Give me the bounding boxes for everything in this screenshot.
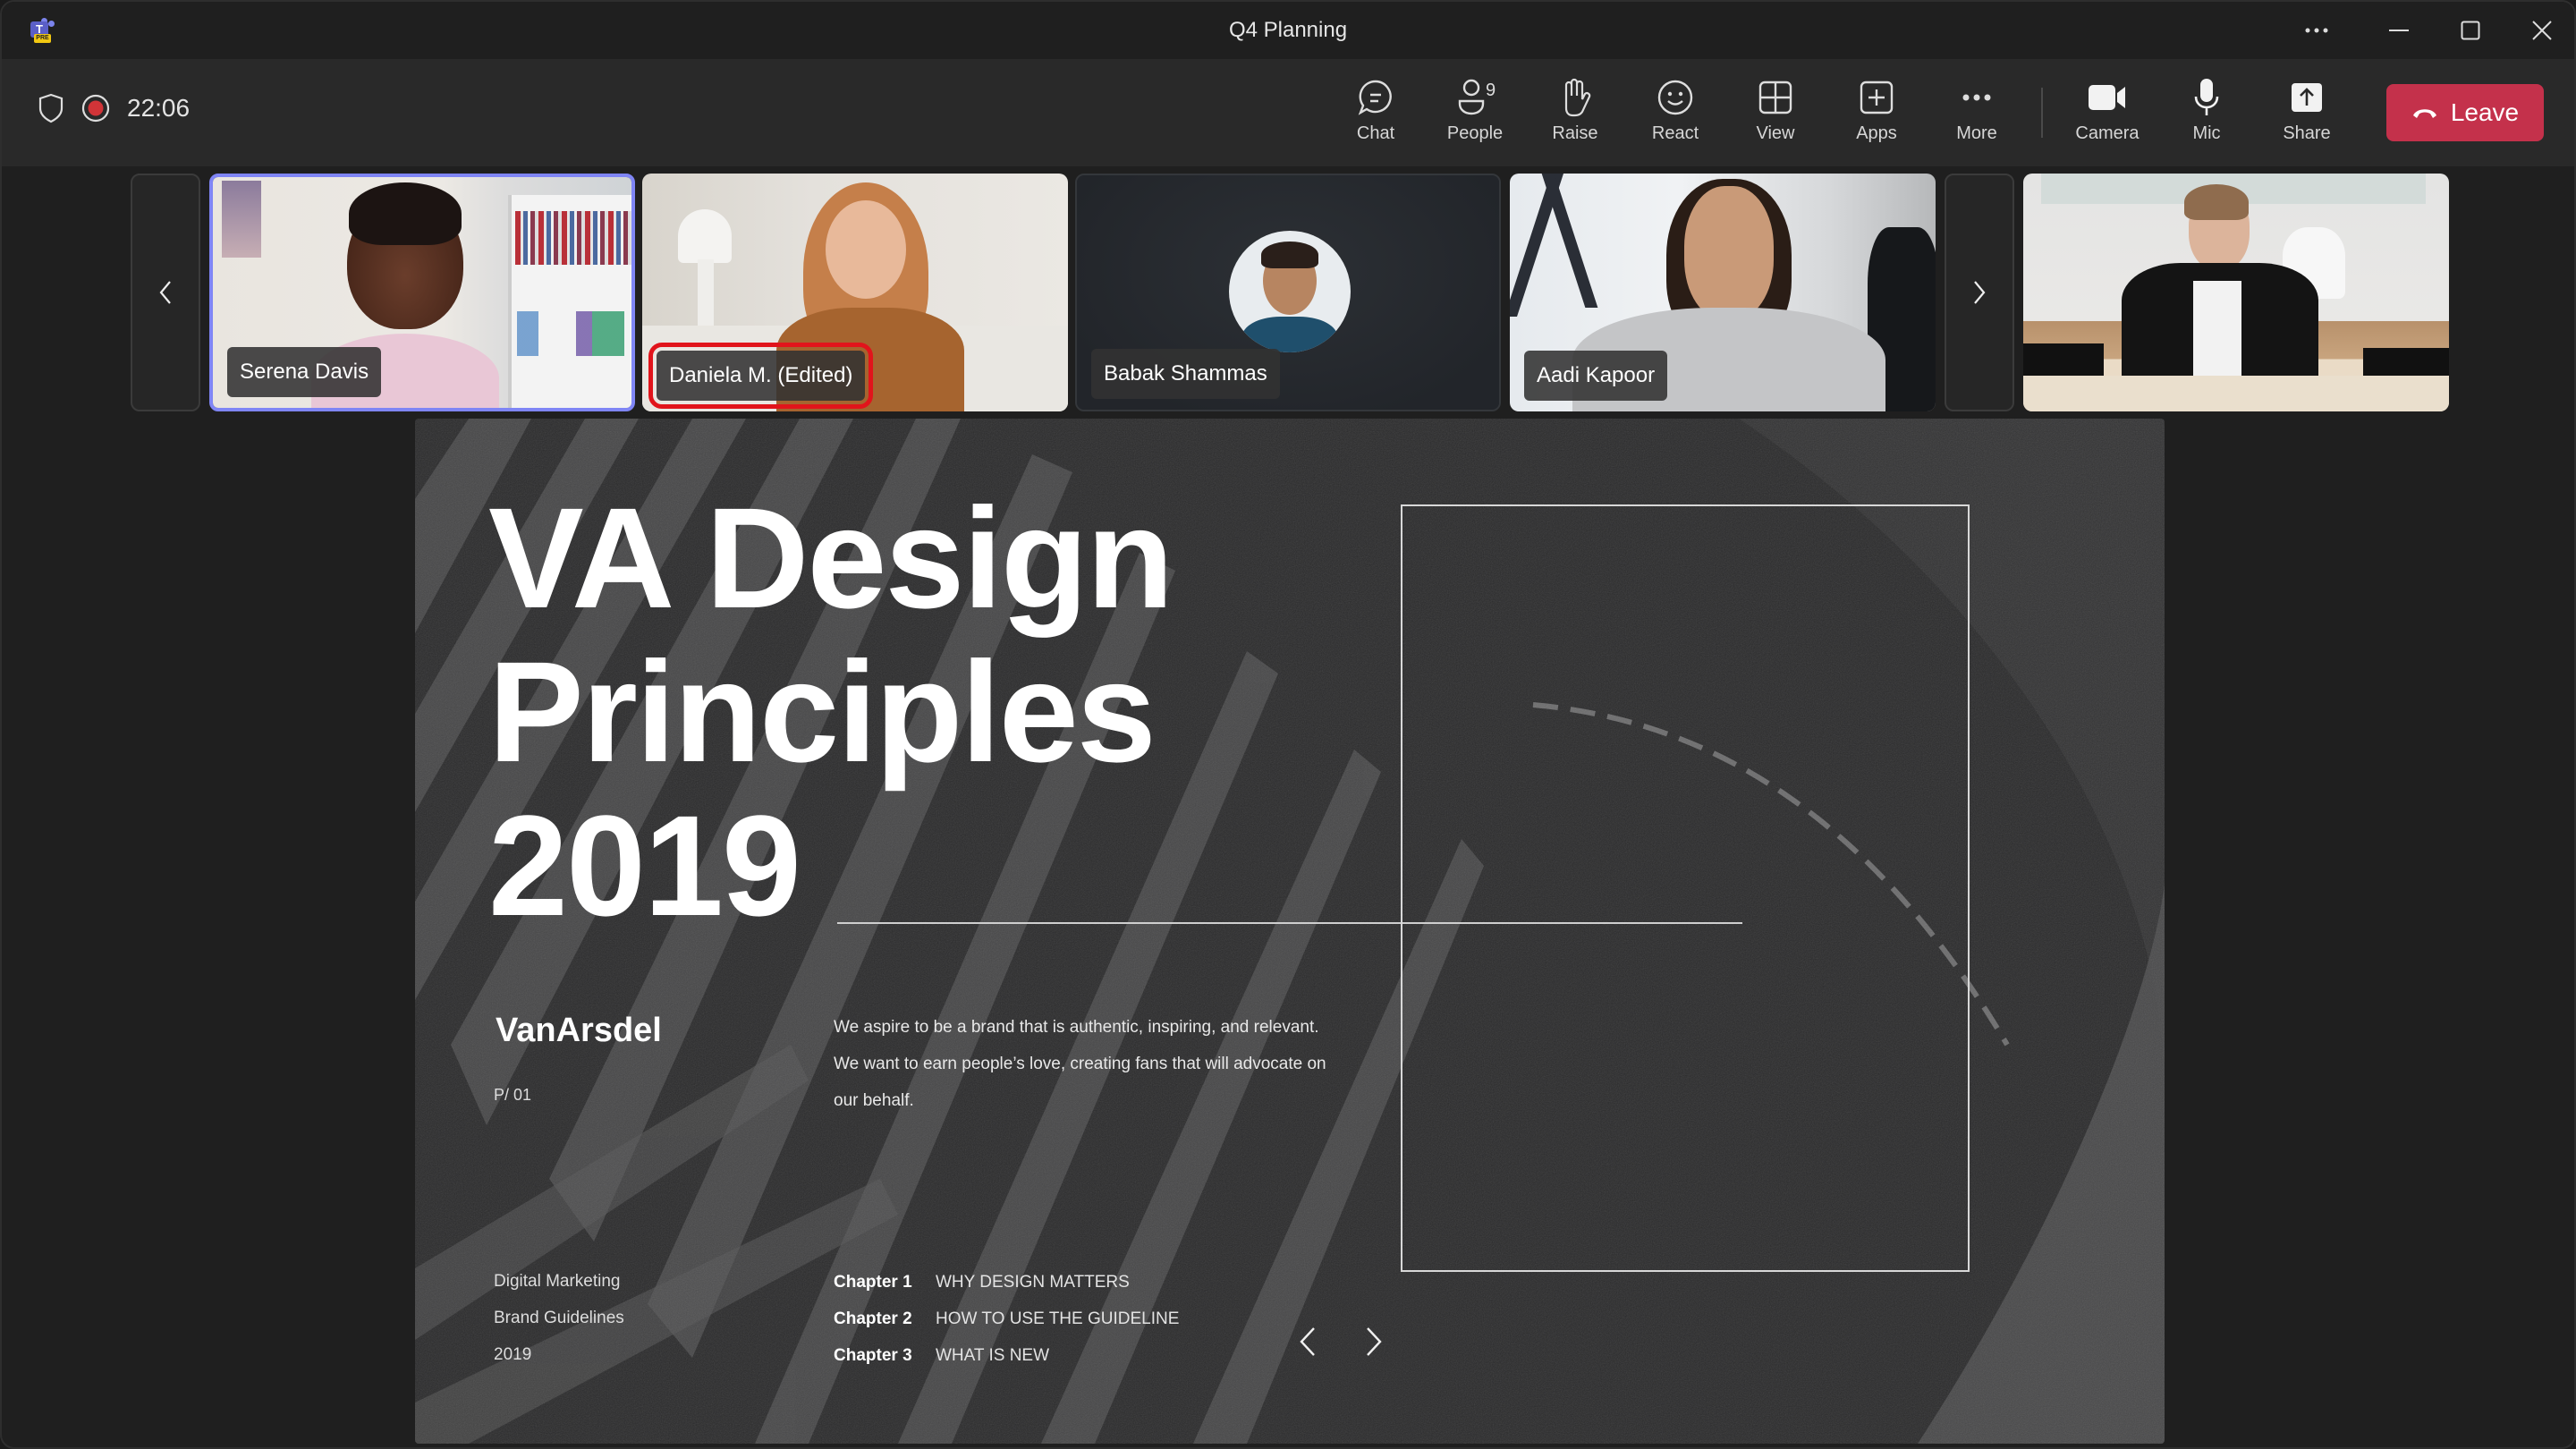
close-button[interactable] xyxy=(2522,13,2562,48)
apps-button[interactable]: Apps xyxy=(1836,77,1917,152)
recording-icon xyxy=(81,94,110,123)
chevron-right-icon xyxy=(1367,1327,1382,1356)
people-button[interactable]: 9 People xyxy=(1435,77,1515,152)
chat-icon xyxy=(1358,80,1392,115)
ellipsis-icon xyxy=(1962,94,1991,101)
hand-icon xyxy=(1564,78,1591,117)
slide-next-button[interactable] xyxy=(1356,1322,1392,1361)
chapter-item: Chapter 1 WHY DESIGN MATTERS xyxy=(834,1273,1130,1292)
people-count: 9 xyxy=(1486,80,1496,100)
participant-name: Daniela M. (Edited) xyxy=(648,343,874,409)
participant-tile[interactable]: Babak Shammas xyxy=(1075,174,1501,411)
gallery-prev-button[interactable] xyxy=(131,174,200,411)
participant-name: Serena Davis xyxy=(227,347,382,397)
maximize-icon xyxy=(2461,21,2480,40)
toolbar-divider xyxy=(2041,88,2043,138)
camera-icon xyxy=(2089,85,2125,110)
slide-title: VA Design Principles 2019 xyxy=(488,478,1174,945)
raise-hand-button[interactable]: Raise xyxy=(1535,77,1615,152)
share-button[interactable]: Share xyxy=(2267,77,2347,152)
participant-name: Aadi Kapoor xyxy=(1524,351,1668,401)
camera-button[interactable]: Camera xyxy=(2067,77,2148,152)
leave-button[interactable]: Leave xyxy=(2386,84,2544,141)
slide-prev-button[interactable] xyxy=(1290,1322,1326,1361)
participant-tile[interactable] xyxy=(2023,174,2449,411)
leave-label: Leave xyxy=(2450,98,2520,126)
more-button[interactable]: More xyxy=(1936,77,2017,152)
participant-video xyxy=(2023,174,2449,411)
brand-logo: VanArsdel xyxy=(496,1012,662,1049)
share-icon xyxy=(2292,83,2322,112)
chevron-left-icon xyxy=(1300,1327,1315,1356)
mic-button[interactable]: Mic xyxy=(2166,77,2247,152)
page-number: P/ 01 xyxy=(494,1086,532,1104)
smiley-icon xyxy=(1657,80,1693,115)
participant-name: Babak Shammas xyxy=(1091,349,1280,399)
participant-tile[interactable]: Serena Davis xyxy=(209,174,635,411)
slide-meta: Digital Marketing Brand Guidelines 2019 xyxy=(494,1272,624,1364)
view-button[interactable]: View xyxy=(1735,77,1816,152)
participant-tile[interactable]: Daniela M. (Edited) xyxy=(642,174,1068,411)
title-bar: T PRE Q4 Planning xyxy=(2,2,2574,59)
chapter-item: Chapter 3 WHAT IS NEW xyxy=(834,1346,1050,1365)
gallery-next-button[interactable] xyxy=(1945,174,2014,411)
teams-meeting-window: T PRE Q4 Planning 22:06 Chat 9 People Ra… xyxy=(0,0,2576,1449)
mic-icon xyxy=(2194,79,2219,115)
react-button[interactable]: React xyxy=(1635,77,1716,152)
chevron-right-icon xyxy=(1974,281,1986,304)
hang-up-icon xyxy=(2412,109,2436,118)
shield-icon xyxy=(38,93,64,123)
meeting-toolbar: 22:06 Chat 9 People Raise React View App… xyxy=(2,59,2574,166)
participant-gallery: Serena Davis Daniela M. (Edited) Babak S… xyxy=(2,168,2574,417)
plus-square-icon xyxy=(1860,80,1894,114)
slide-description: We aspire to be a brand that is authenti… xyxy=(834,1018,1326,1110)
minimize-button[interactable] xyxy=(2379,13,2419,48)
avatar xyxy=(1229,231,1351,352)
chapter-list: Chapter 1 WHY DESIGN MATTERS Chapter 2 HOW… xyxy=(834,1264,1179,1374)
ellipsis-icon xyxy=(2305,28,2328,33)
meeting-timer: 22:06 xyxy=(127,94,191,122)
grid-icon xyxy=(1758,80,1792,114)
window-title: Q4 Planning xyxy=(1228,18,1348,42)
minimize-icon xyxy=(2389,30,2409,31)
close-icon xyxy=(2532,21,2552,40)
maximize-button[interactable] xyxy=(2451,13,2490,48)
chat-button[interactable]: Chat xyxy=(1335,77,1416,152)
shared-presentation: VA Design Principles 2019 VanArsdel P/ 0… xyxy=(415,419,2165,1444)
chevron-left-icon xyxy=(159,281,171,304)
chapter-item: Chapter 2 HOW TO USE THE GUIDELINE xyxy=(834,1309,1180,1328)
window-more-button[interactable] xyxy=(2297,13,2336,48)
participant-tile[interactable]: Aadi Kapoor xyxy=(1510,174,1936,411)
slide-frame-rectangle xyxy=(1401,504,1970,1272)
